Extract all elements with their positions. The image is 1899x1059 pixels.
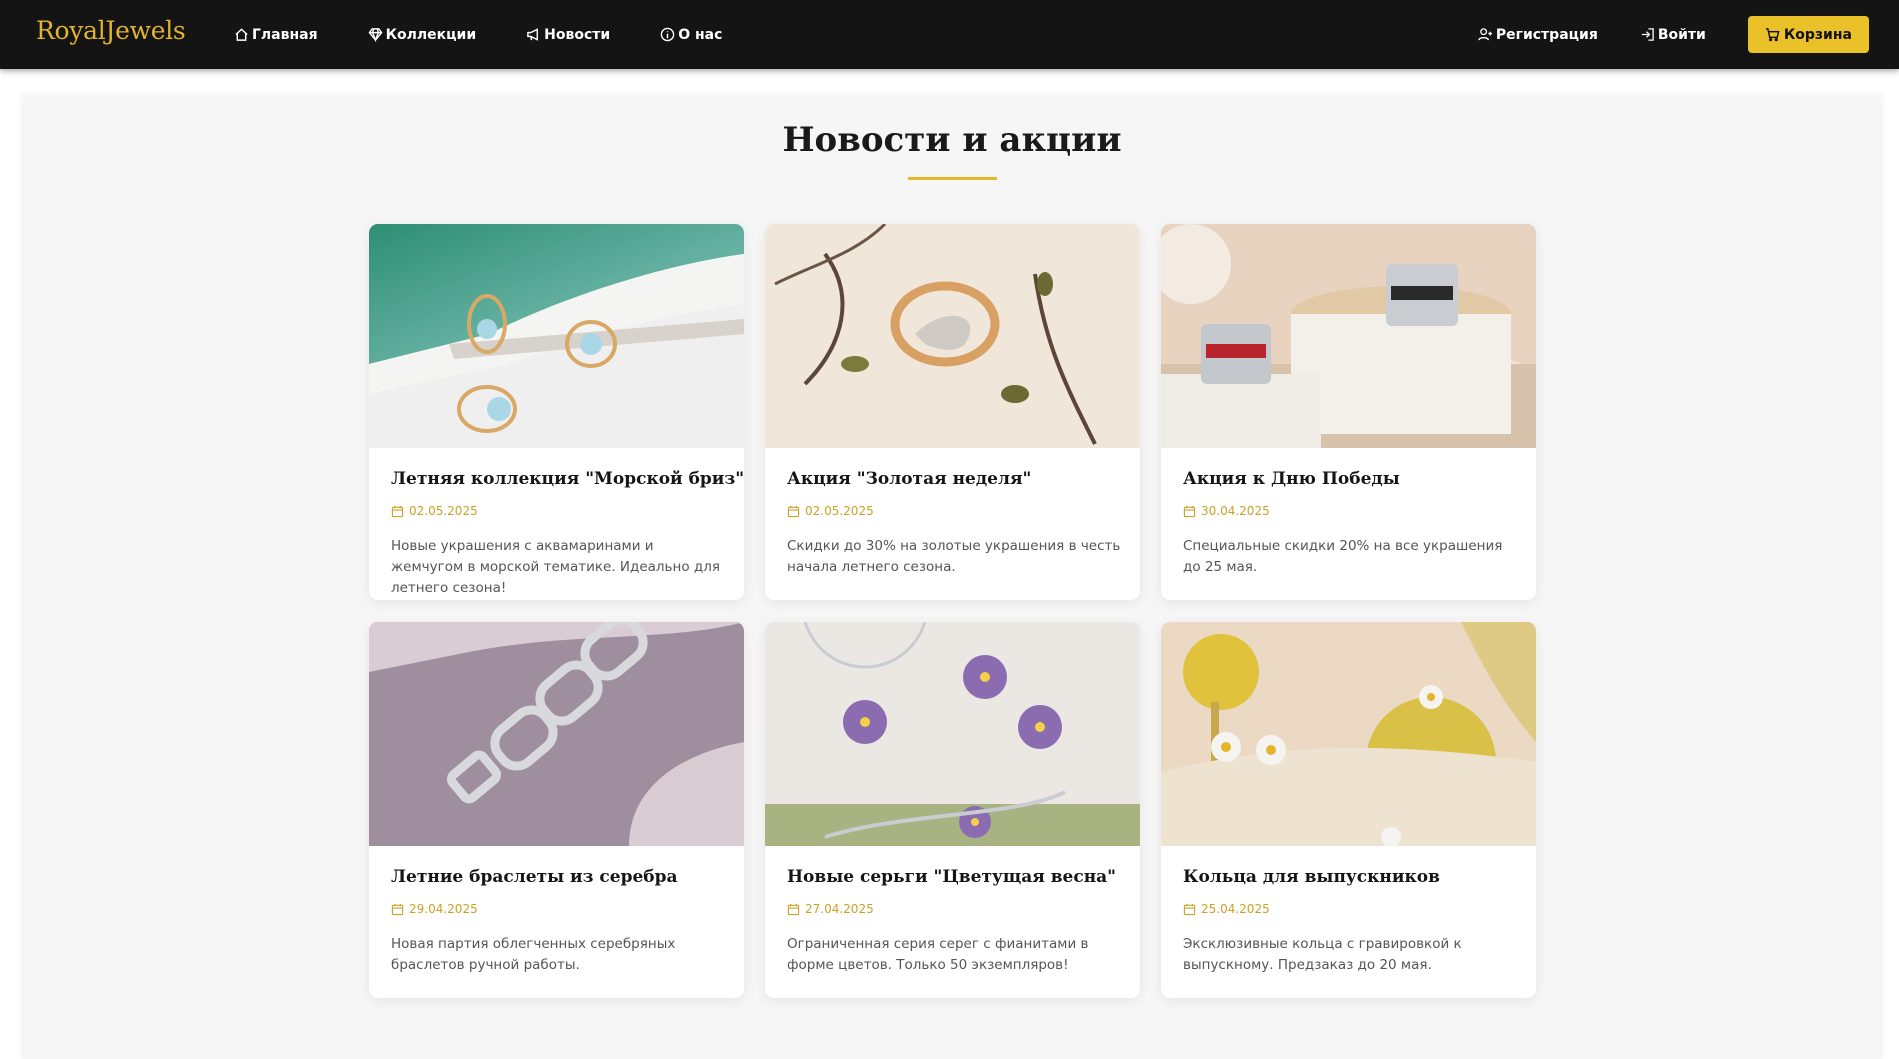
nav-register-link[interactable]: Регистрация (1478, 27, 1598, 43)
news-date: 02.05.2025 (391, 504, 478, 518)
user-plus-icon (1478, 28, 1492, 41)
nav-collections-link[interactable]: Коллекции (368, 26, 477, 43)
news-date-value: 02.05.2025 (409, 504, 478, 518)
news-card[interactable]: Новые серьги "Цветущая весна" 27.04.2025… (765, 622, 1140, 998)
news-image-gold-ring (765, 224, 1140, 448)
calendar-icon (787, 903, 800, 915)
nav-about-link[interactable]: О нас (660, 27, 722, 43)
nav-collections-label: Коллекции (385, 26, 477, 43)
news-card[interactable]: Летние браслеты из серебра 29.04.2025 Но… (369, 622, 744, 998)
news-description: Скидки до 30% на золотые украшения в чес… (787, 538, 1121, 575)
news-description: Специальные скидки 20% на все украшения … (1183, 538, 1503, 575)
news-date: 25.04.2025 (1183, 902, 1270, 916)
news-card[interactable]: Летняя коллекция "Морской бриз" 02.05.20… (369, 224, 744, 600)
calendar-icon (391, 505, 404, 517)
news-description: Новые украшения с аквамаринами и жемчуго… (391, 538, 720, 596)
news-date-value: 27.04.2025 (805, 902, 874, 916)
cart-icon (1765, 28, 1780, 42)
news-image-silver-rings (1161, 224, 1536, 448)
nav-home-link[interactable]: Главная (234, 27, 318, 43)
nav-about-label: О нас (678, 26, 723, 43)
page-title: Новости и акции (782, 120, 1122, 160)
news-title[interactable]: Кольца для выпускников (1183, 867, 1440, 887)
news-image-aquamarine-jewelry (369, 224, 744, 448)
nav-news-link[interactable]: Новости (526, 27, 610, 43)
news-description: Ограниченная серия серег с фианитами в ф… (787, 936, 1089, 973)
calendar-icon (787, 505, 800, 517)
calendar-icon (1183, 505, 1196, 517)
nav-login-label: Войти (1657, 26, 1706, 43)
news-image-silver-bracelet (369, 622, 744, 846)
news-card[interactable]: Акция к Дню Победы 30.04.2025 Специальны… (1161, 224, 1536, 600)
nav-login-link[interactable]: Войти (1640, 27, 1706, 43)
top-navbar: RoyalJewels Главная Коллекции Новости О … (0, 0, 1899, 69)
cart-button[interactable]: Корзина (1747, 16, 1869, 53)
user-nav: Регистрация Войти Корзина (1478, 0, 1869, 69)
news-title[interactable]: Летние браслеты из серебра (391, 867, 678, 887)
news-title[interactable]: Акция "Золотая неделя" (787, 469, 1031, 489)
diamond-icon (368, 28, 383, 42)
brand-logo[interactable]: RoyalJewels (36, 16, 186, 45)
home-icon (235, 28, 248, 41)
news-image-graduation-rings (1161, 622, 1536, 846)
news-description: Эксклюзивные кольца с гравировкой к выпу… (1183, 936, 1462, 973)
news-date: 27.04.2025 (787, 902, 874, 916)
news-date: 02.05.2025 (787, 504, 874, 518)
nav-register-label: Регистрация (1495, 26, 1598, 43)
news-card[interactable]: Акция "Золотая неделя" 02.05.2025 Скидки… (765, 224, 1140, 600)
news-title[interactable]: Новые серьги "Цветущая весна" (787, 867, 1116, 887)
news-date-value: 25.04.2025 (1201, 902, 1270, 916)
news-date-value: 30.04.2025 (1201, 504, 1270, 518)
news-date: 30.04.2025 (1183, 504, 1270, 518)
calendar-icon (391, 903, 404, 915)
main-nav: Главная Коллекции Новости О нас (234, 0, 772, 69)
news-image-flower-earrings (765, 622, 1140, 846)
login-icon (1641, 28, 1654, 41)
cart-label: Корзина (1783, 26, 1852, 43)
news-date: 29.04.2025 (391, 902, 478, 916)
news-title[interactable]: Акция к Дню Победы (1183, 469, 1400, 489)
news-description: Новая партия облегченных серебряных брас… (391, 936, 676, 973)
news-date-value: 02.05.2025 (805, 504, 874, 518)
title-underline (908, 177, 997, 180)
megaphone-icon (527, 28, 539, 41)
calendar-icon (1183, 903, 1196, 915)
news-card[interactable]: Кольца для выпускников 25.04.2025 Эксклю… (1161, 622, 1536, 998)
news-date-value: 29.04.2025 (409, 902, 478, 916)
nav-home-label: Главная (252, 26, 318, 43)
news-title[interactable]: Летняя коллекция "Морской бриз" (391, 469, 744, 489)
info-icon (660, 27, 675, 42)
nav-news-label: Новости (544, 26, 611, 43)
